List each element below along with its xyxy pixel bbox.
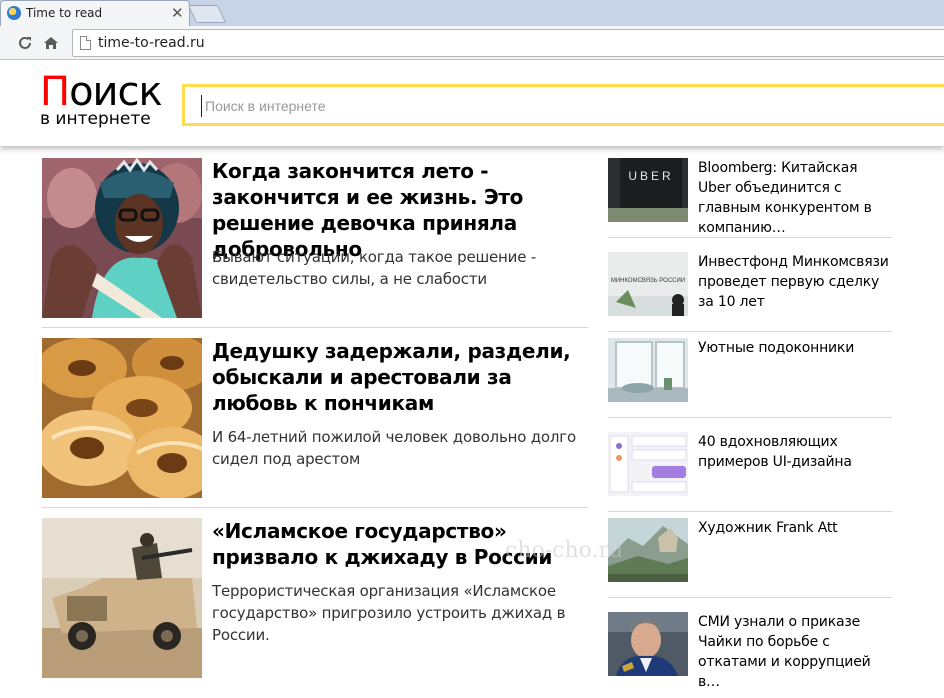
sidebar-item-title[interactable]: СМИ узнали о приказе Чайки по борьбе с о… bbox=[698, 612, 894, 692]
sidebar-item-title[interactable]: Инвестфонд Минкомсвязи проведет первую с… bbox=[698, 252, 894, 312]
logo-subtitle: в интернете bbox=[40, 109, 151, 129]
site-favicon-icon bbox=[7, 6, 21, 20]
sidebar-image-minkomsvyaz[interactable]: МИНКОМСВЯЗЬ РОССИИ bbox=[608, 252, 688, 316]
sidebar-image-uber[interactable]: UBER bbox=[608, 158, 688, 222]
article-description: Террористическая организация «Исламское … bbox=[212, 582, 566, 644]
new-tab-button[interactable] bbox=[187, 5, 227, 23]
page-icon bbox=[80, 36, 91, 50]
divider bbox=[42, 507, 588, 508]
url-text: time-to-read.ru bbox=[98, 35, 205, 51]
tab-close-icon[interactable]: ✕ bbox=[171, 4, 184, 22]
divider bbox=[608, 237, 892, 238]
sidebar-image-windowsill[interactable] bbox=[608, 338, 688, 402]
sidebar-image-landscape-painting[interactable] bbox=[608, 518, 688, 582]
search-box bbox=[182, 84, 944, 126]
home-icon[interactable] bbox=[40, 32, 62, 54]
browser-tab-bar: Time to read ✕ bbox=[0, 0, 944, 26]
sidebar-image-official-portrait[interactable] bbox=[608, 612, 688, 676]
article-image-girl[interactable] bbox=[42, 158, 202, 318]
sidebar-item[interactable]: МИНКОМСВЯЗЬ РОССИИ Инвестфонд Минкомсвяз… bbox=[608, 252, 892, 342]
sidebar-item-title[interactable]: Уютные подоконники bbox=[698, 338, 894, 358]
article-card[interactable]: Дедушку задержали, раздели, обыскали и а… bbox=[42, 338, 588, 518]
address-bar[interactable]: time-to-read.ru bbox=[72, 29, 944, 57]
uber-logo-text: UBER bbox=[628, 169, 673, 183]
sidebar-item[interactable]: 40 вдохновляющих примеров UI-дизайна bbox=[608, 432, 892, 522]
search-input[interactable] bbox=[201, 95, 901, 117]
minkomsvyaz-sign-text: МИНКОМСВЯЗЬ РОССИИ bbox=[611, 278, 685, 284]
sidebar-item[interactable]: UBER Bloomberg: Китайская Uber объединит… bbox=[608, 158, 892, 248]
sidebar-item-title[interactable]: 40 вдохновляющих примеров UI-дизайна bbox=[698, 432, 894, 472]
article-card[interactable]: «Исламское государство» призвало к джиха… bbox=[42, 518, 588, 698]
article-description: Бывают ситуации, когда такое решение - с… bbox=[212, 248, 537, 288]
sidebar-item[interactable]: Уютные подоконники bbox=[608, 338, 892, 428]
sidebar-item[interactable]: СМИ узнали о приказе Чайки по борьбе с о… bbox=[608, 612, 892, 698]
article-title[interactable]: Дедушку задержали, раздели, обыскали и а… bbox=[212, 338, 588, 416]
article-card[interactable]: Когда закончится лето - закончится и ее … bbox=[42, 158, 588, 338]
article-image-donuts[interactable] bbox=[42, 338, 202, 498]
divider bbox=[608, 331, 892, 332]
article-title[interactable]: «Исламское государство» призвало к джиха… bbox=[212, 518, 588, 570]
reload-icon[interactable] bbox=[14, 32, 36, 54]
site-header: Поиск в интернете bbox=[0, 60, 944, 146]
sidebar-item-title[interactable]: Bloomberg: Китайская Uber объединится с … bbox=[698, 158, 894, 238]
divider bbox=[608, 511, 892, 512]
divider bbox=[42, 327, 588, 328]
logo-title: Поиск bbox=[40, 69, 163, 115]
site-logo[interactable]: Поиск в интернете bbox=[40, 70, 170, 130]
divider bbox=[608, 597, 892, 598]
browser-toolbar: time-to-read.ru bbox=[0, 26, 944, 60]
article-image-truck[interactable] bbox=[42, 518, 202, 678]
tab-title: Time to read bbox=[26, 6, 103, 20]
article-description: И 64-летний пожилой человек довольно дол… bbox=[212, 428, 576, 468]
browser-tab[interactable]: Time to read ✕ bbox=[0, 0, 190, 26]
sidebar-item[interactable]: Художник Frank Att bbox=[608, 518, 892, 608]
sidebar-item-title[interactable]: Художник Frank Att bbox=[698, 518, 894, 538]
divider bbox=[608, 417, 892, 418]
sidebar-image-ui-design[interactable] bbox=[608, 432, 688, 496]
